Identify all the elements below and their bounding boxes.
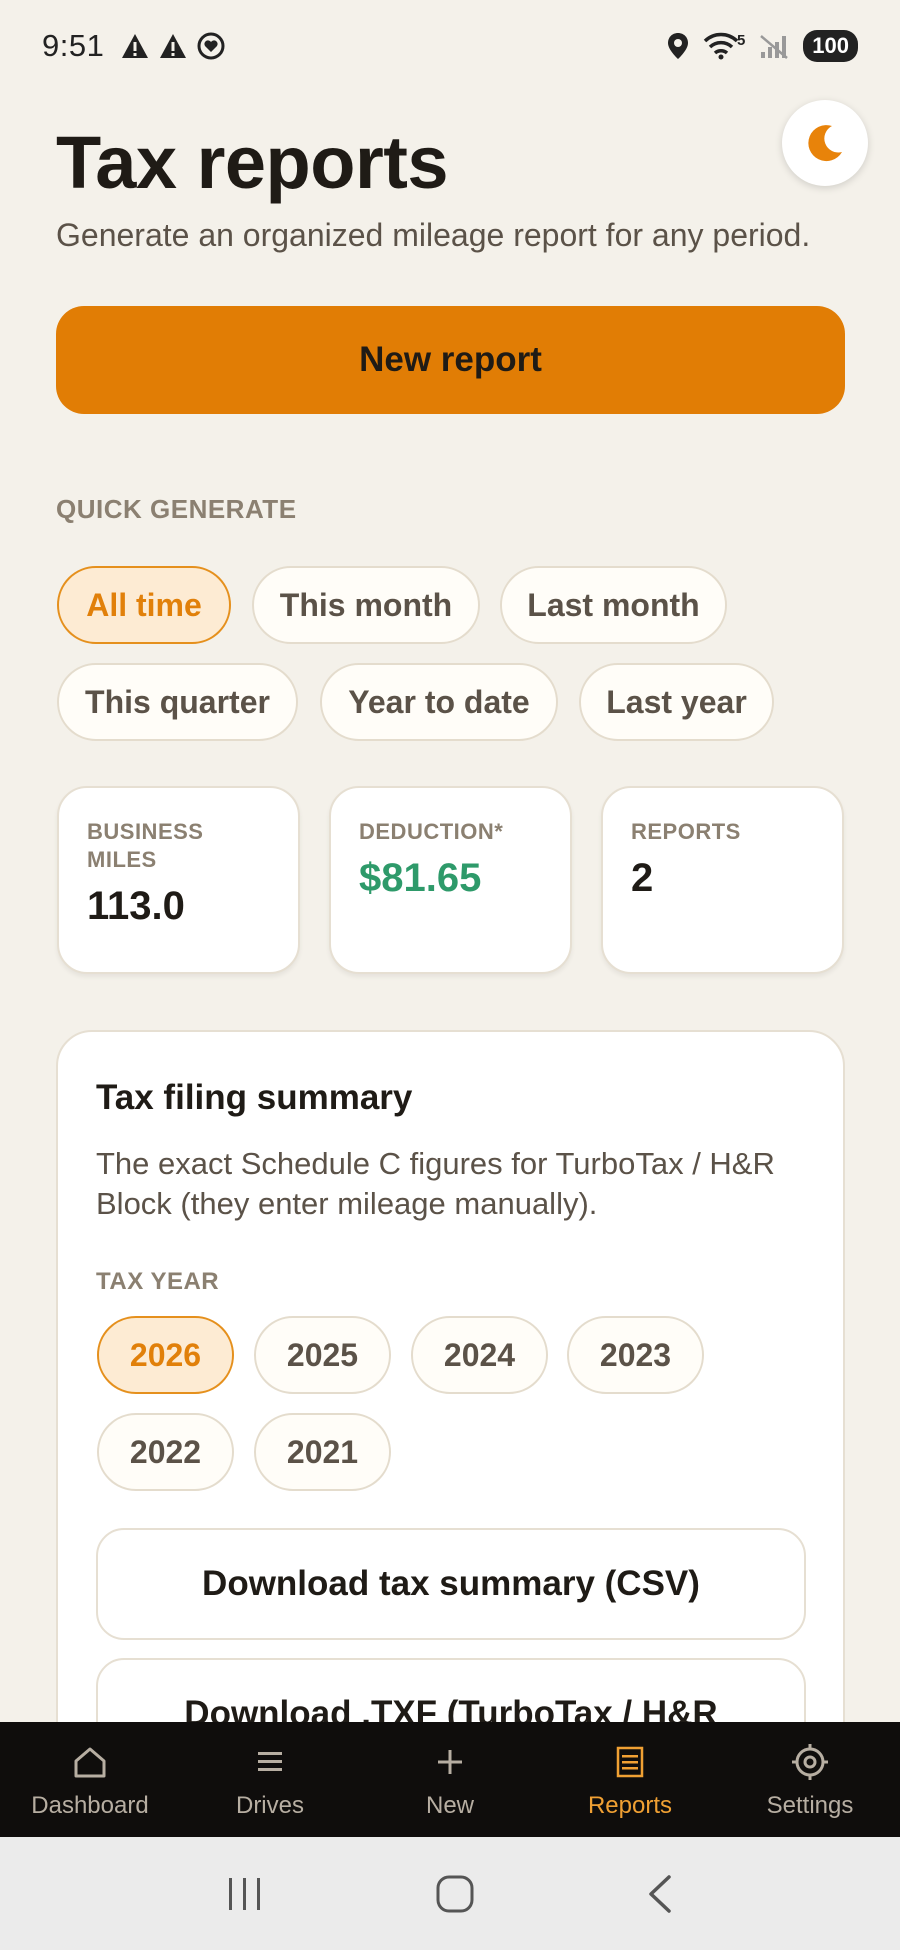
wifi-icon (703, 32, 739, 60)
chip-last-year[interactable]: Last year (579, 663, 774, 741)
shield-heart-icon (197, 32, 225, 60)
warning-icon (160, 34, 187, 58)
nav-label: New (425, 1791, 474, 1819)
download-csv-button[interactable]: Download tax summary (CSV) (96, 1528, 806, 1640)
nav-item-dashboard[interactable]: Dashboard (0, 1722, 180, 1837)
system-nav-bar (0, 1837, 900, 1950)
stat-card-deduction: DEDUCTION* $81.65 (329, 786, 572, 974)
nav-label: Drives (235, 1791, 304, 1819)
wifi-band-label: 5 (736, 32, 746, 49)
moon-icon (808, 125, 842, 162)
stat-label: DEDUCTION* (359, 819, 504, 844)
year-chip-2026[interactable]: 2026 (97, 1316, 234, 1394)
home-button-icon[interactable] (435, 1874, 475, 1914)
tax-summary-title: Tax filing summary (96, 1078, 413, 1117)
report-icon (616, 1746, 644, 1777)
nav-item-new[interactable]: New (360, 1722, 540, 1837)
year-chip-2023[interactable]: 2023 (567, 1316, 704, 1394)
status-bar: 9:51 5 100 (0, 0, 900, 92)
nav-label: Settings (766, 1791, 854, 1819)
back-icon[interactable] (645, 1874, 675, 1914)
year-chip-2021[interactable]: 2021 (254, 1413, 391, 1491)
stat-value: $81.65 (359, 856, 482, 900)
chip-year-to-date[interactable]: Year to date (320, 663, 558, 741)
stat-value: 2 (631, 856, 654, 900)
year-chip-2022[interactable]: 2022 (97, 1413, 234, 1491)
wifi-indicator: 5 (703, 32, 745, 60)
tax-summary-card: Tax filing summary The exact Schedule C … (56, 1030, 845, 1790)
warning-icon (122, 34, 149, 58)
gear-icon (792, 1743, 828, 1780)
tax-summary-description: The exact Schedule C figures for TurboTa… (96, 1146, 775, 1221)
quick-generate-label: QUICK GENERATE (56, 494, 297, 524)
page-subtitle: Generate an organized mileage report for… (56, 217, 811, 253)
location-icon (667, 33, 688, 59)
status-time: 9:51 (42, 28, 105, 63)
nav-item-settings[interactable]: Settings (720, 1722, 900, 1837)
recent-apps-icon[interactable] (225, 1876, 265, 1912)
nav-label: Reports (587, 1791, 673, 1819)
chip-last-month[interactable]: Last month (500, 566, 727, 644)
year-chip-2025[interactable]: 2025 (254, 1316, 391, 1394)
nav-item-reports[interactable]: Reports (540, 1722, 720, 1837)
stat-label: BUSINESS MILES (87, 819, 204, 872)
plus-icon (438, 1749, 462, 1774)
stat-card-business-miles: BUSINESS MILES 113.0 (57, 786, 300, 974)
home-icon (74, 1747, 106, 1777)
nav-item-drives[interactable]: Drives (180, 1722, 360, 1837)
page-title: Tax reports (56, 121, 449, 204)
nav-label: Dashboard (31, 1791, 149, 1819)
new-report-button[interactable]: New report (56, 306, 845, 414)
theme-toggle-button[interactable] (782, 100, 868, 186)
tax-year-label: TAX YEAR (96, 1268, 220, 1295)
chip-this-quarter[interactable]: This quarter (57, 663, 298, 741)
list-icon (258, 1751, 282, 1771)
year-chip-2024[interactable]: 2024 (411, 1316, 548, 1394)
chip-this-month[interactable]: This month (252, 566, 480, 644)
stat-card-reports: REPORTS 2 (601, 786, 844, 974)
chip-all-time[interactable]: All time (57, 566, 231, 644)
stat-label: REPORTS (631, 819, 741, 844)
battery-indicator: 100 (803, 30, 858, 62)
signal-off-icon (760, 35, 789, 59)
stat-value: 113.0 (87, 884, 185, 928)
bottom-nav: Dashboard Drives New Reports Settings (0, 1722, 900, 1837)
